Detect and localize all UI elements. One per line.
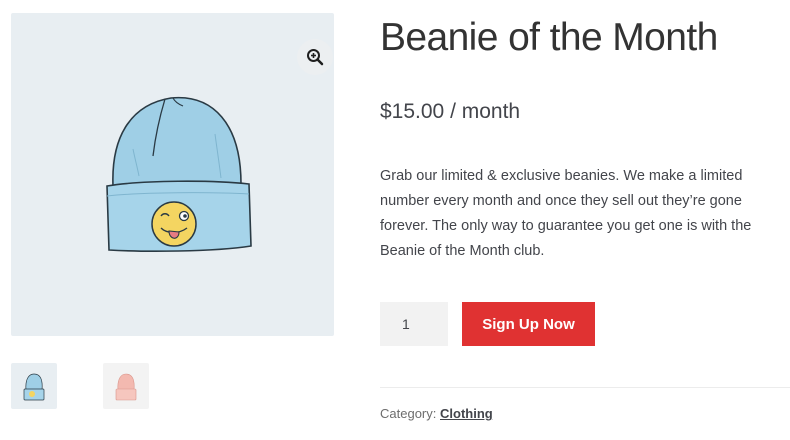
product-main-image[interactable]	[11, 13, 334, 336]
divider	[380, 387, 790, 388]
zoom-button[interactable]	[297, 39, 333, 75]
category-link[interactable]: Clothing	[440, 406, 493, 421]
thumbnail-pink-beanie[interactable]	[103, 363, 149, 409]
product-title: Beanie of the Month	[380, 16, 718, 59]
quantity-input[interactable]	[380, 302, 448, 346]
sign-up-button[interactable]: Sign Up Now	[462, 302, 595, 346]
blue-beanie-image	[106, 96, 252, 252]
thumbnail-blue-beanie[interactable]	[11, 363, 57, 409]
pink-beanie-thumbnail-image	[115, 373, 137, 401]
blue-beanie-thumbnail-image	[23, 373, 45, 401]
category-label: Category:	[380, 406, 437, 421]
product-price: $15.00 / month	[380, 100, 521, 123]
zoom-in-icon	[307, 49, 324, 66]
product-description: Grab our limited & exclusive beanies. We…	[380, 168, 752, 259]
product-category: Category: Clothing	[380, 406, 493, 421]
